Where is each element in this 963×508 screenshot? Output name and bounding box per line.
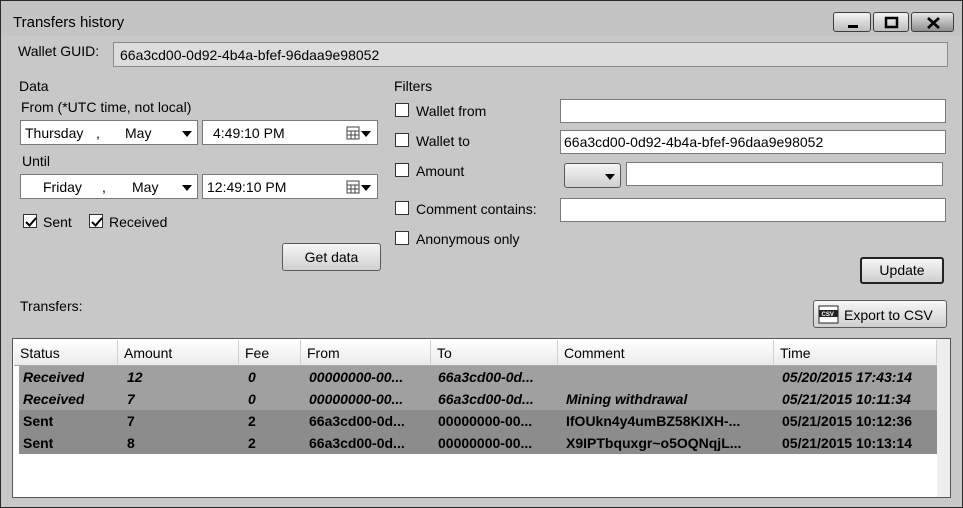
until-weekday: Friday	[43, 179, 82, 195]
sent-checkbox[interactable]	[23, 214, 37, 228]
wallet-from-checkbox[interactable]	[395, 103, 409, 117]
data-header: Data	[19, 78, 49, 94]
maximize-button[interactable]	[873, 12, 909, 32]
wallet-to-label[interactable]: Wallet to	[416, 133, 470, 149]
wallet-to-input[interactable]: 66a3cd00-0d92-4b4a-bfef-96daa9e98052	[560, 130, 946, 154]
wallet-from-label[interactable]: Wallet from	[416, 103, 486, 119]
column-header[interactable]: From	[301, 340, 431, 364]
wallet-to-checkbox[interactable]	[395, 133, 409, 147]
comment-input[interactable]	[560, 198, 946, 222]
from-time-picker[interactable]: 4:49:10 PM	[202, 120, 378, 145]
until-time: 12:49:10 PM	[207, 179, 287, 195]
amount-label[interactable]: Amount	[416, 163, 464, 179]
until-date-picker[interactable]: Friday , May	[20, 174, 198, 199]
table-row[interactable]: Received 12 0 00000000-00... 66a3cd00-0d…	[19, 366, 937, 388]
anonymous-label[interactable]: Anonymous only	[416, 231, 520, 247]
amount-operator-dropdown[interactable]	[564, 163, 621, 188]
column-header[interactable]: Comment	[558, 340, 774, 364]
amount-checkbox[interactable]	[395, 163, 409, 177]
until-label: Until	[22, 153, 51, 169]
from-label: From (*UTC time, not local)	[21, 99, 192, 115]
close-icon	[927, 16, 940, 30]
calendar-icon[interactable]	[346, 180, 360, 194]
chevron-down-icon[interactable]	[182, 131, 192, 137]
table-row[interactable]: Received 7 0 00000000-00... 66a3cd00-0d.…	[19, 388, 937, 410]
transfers-history-window: Transfers history Wallet GUID: 66a3cd00-…	[0, 0, 963, 508]
filters-header: Filters	[394, 78, 433, 94]
update-button[interactable]: Update	[860, 257, 944, 284]
checkmark-icon	[91, 217, 103, 227]
vertical-scrollbar[interactable]	[937, 339, 950, 497]
title-bar[interactable]: Transfers history	[1, 1, 962, 36]
column-header[interactable]: To	[431, 340, 558, 364]
export-csv-label: Export to CSV	[844, 307, 933, 323]
column-header[interactable]: Fee	[239, 340, 301, 364]
comment-label[interactable]: Comment contains:	[416, 201, 537, 217]
window-title: Transfers history	[13, 14, 125, 31]
wallet-from-input[interactable]	[560, 99, 946, 123]
svg-text:CSV: CSV	[822, 312, 834, 318]
transfers-grid[interactable]: Status Amount Fee From To Comment Time R…	[12, 338, 951, 498]
chevron-down-icon	[605, 174, 615, 180]
wallet-to-value: 66a3cd00-0d92-4b4a-bfef-96daa9e98052	[564, 134, 824, 150]
amount-input[interactable]	[626, 162, 943, 186]
wallet-guid-label: Wallet GUID:	[18, 43, 100, 59]
chevron-down-icon[interactable]	[361, 185, 371, 191]
get-data-button[interactable]: Get data	[282, 243, 381, 271]
chevron-down-icon[interactable]	[361, 131, 371, 137]
export-csv-button[interactable]: CSV Export to CSV	[813, 300, 947, 328]
checkmark-icon	[25, 217, 37, 227]
grid-header: Status Amount Fee From To Comment Time	[14, 340, 949, 366]
table-row[interactable]: Sent 8 2 66a3cd00-0d... 00000000-00... X…	[19, 432, 937, 454]
close-button[interactable]	[911, 12, 954, 32]
transfers-label: Transfers:	[20, 298, 83, 314]
wallet-guid-value: 66a3cd00-0d92-4b4a-bfef-96daa9e98052	[120, 47, 380, 63]
from-weekday: Thursday	[25, 125, 84, 141]
from-date-picker[interactable]: Thursday , May	[20, 120, 198, 145]
anonymous-checkbox[interactable]	[395, 231, 409, 245]
calendar-icon[interactable]	[346, 126, 360, 140]
minimize-icon	[848, 25, 858, 28]
chevron-down-icon[interactable]	[182, 185, 192, 191]
csv-file-icon: CSV	[818, 305, 839, 324]
column-header[interactable]: Status	[14, 340, 118, 364]
until-time-picker[interactable]: 12:49:10 PM	[202, 174, 378, 199]
column-header[interactable]: Time	[774, 340, 937, 364]
received-checkbox[interactable]	[89, 214, 103, 228]
until-separator: ,	[102, 179, 106, 195]
update-label: Update	[879, 262, 925, 278]
maximize-icon	[884, 16, 899, 29]
from-month: May	[125, 125, 152, 141]
from-separator: ,	[96, 125, 100, 141]
get-data-label: Get data	[304, 249, 359, 265]
comment-checkbox[interactable]	[395, 201, 409, 215]
until-month: May	[132, 179, 159, 195]
from-time: 4:49:10 PM	[213, 125, 285, 141]
minimize-button[interactable]	[833, 12, 871, 32]
received-label[interactable]: Received	[109, 214, 167, 230]
column-header[interactable]: Amount	[118, 340, 239, 364]
sent-label[interactable]: Sent	[43, 214, 72, 230]
table-row[interactable]: Sent 7 2 66a3cd00-0d... 00000000-00... I…	[19, 410, 937, 432]
wallet-guid-field[interactable]: 66a3cd00-0d92-4b4a-bfef-96daa9e98052	[113, 42, 948, 67]
